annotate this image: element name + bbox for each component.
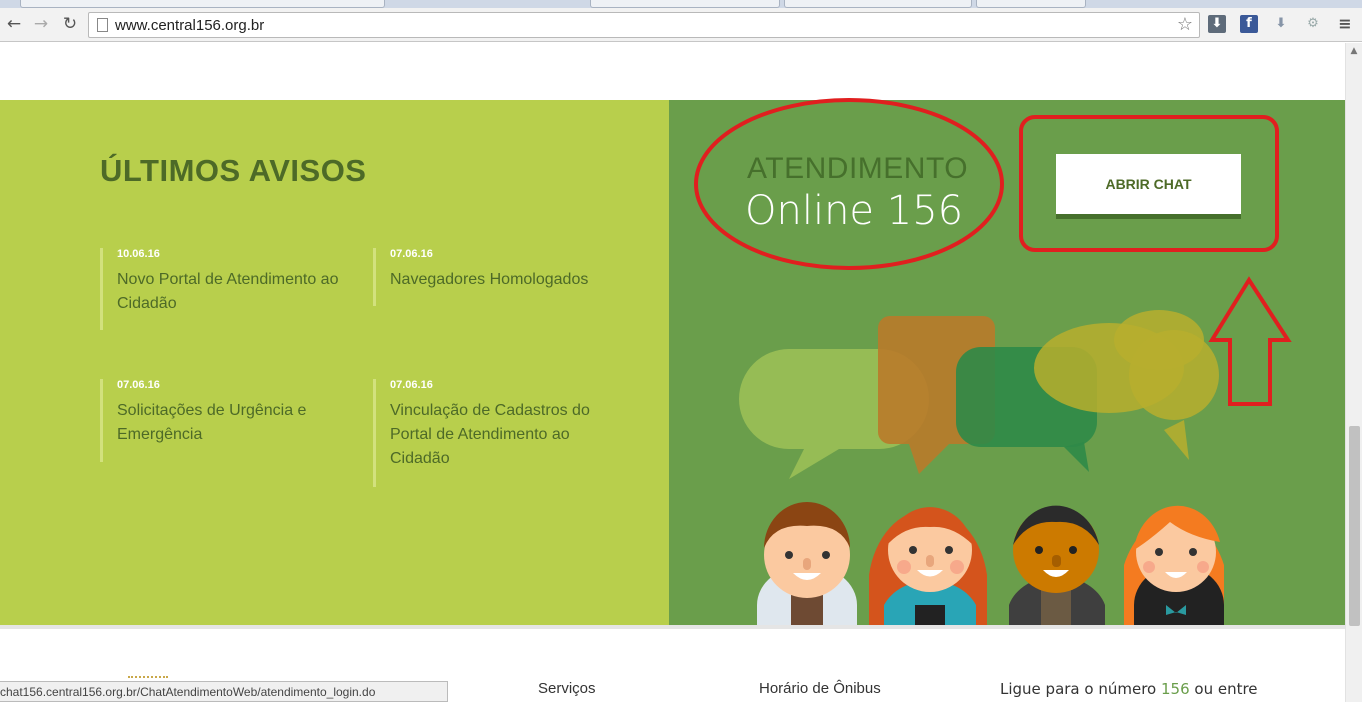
- reload-icon[interactable]: ↻: [60, 14, 80, 34]
- back-arrow-icon[interactable]: ←: [4, 14, 24, 34]
- contact-text-post: ou entre: [1189, 680, 1258, 698]
- atendimento-online-section: ATENDIMENTO Online 156 ABRIR CHAT: [669, 100, 1345, 625]
- vertical-scrollbar[interactable]: ▲: [1345, 43, 1362, 702]
- ultimos-avisos-section: ÚLTIMOS AVISOS 10.06.16 Novo Portal de A…: [0, 100, 669, 625]
- download-arrow-icon[interactable]: ⬇: [1272, 15, 1290, 33]
- section-divider: [0, 625, 1345, 629]
- facebook-icon[interactable]: f: [1240, 15, 1258, 33]
- notice-date: 07.06.16: [390, 248, 433, 260]
- footer-contact-text: Ligue para o número 156 ou entre: [1000, 680, 1258, 698]
- person-3-icon: [1009, 505, 1105, 625]
- translate-icon[interactable]: ⚙: [1304, 15, 1322, 33]
- download-extension-icon[interactable]: ⬇: [1208, 15, 1226, 33]
- notice-item[interactable]: 07.06.16 Vinculação de Cadastros do Port…: [373, 379, 613, 487]
- browser-tab[interactable]: [976, 0, 1086, 8]
- atendimento-subtitle: Online 156: [745, 188, 964, 234]
- browser-chrome: ← → ↻ www.central156.org.br ☆ ⬇ f ⬇ ⚙ ≡: [0, 0, 1362, 42]
- url-text: www.central156.org.br: [115, 17, 265, 34]
- abrir-chat-button[interactable]: ABRIR CHAT: [1056, 154, 1241, 219]
- notice-item[interactable]: 07.06.16 Solicitações de Urgência e Emer…: [100, 379, 330, 462]
- notice-item[interactable]: 10.06.16 Novo Portal de Atendimento ao C…: [100, 248, 350, 330]
- browser-tab[interactable]: [20, 0, 385, 8]
- contact-text-pre: Ligue para o número: [1000, 680, 1161, 698]
- tab-strip: [0, 0, 1362, 8]
- notice-title[interactable]: Novo Portal de Atendimento ao Cidadão: [117, 268, 350, 316]
- browser-tab[interactable]: [590, 0, 780, 8]
- notice-date: 07.06.16: [117, 379, 160, 391]
- address-bar[interactable]: www.central156.org.br ☆: [88, 12, 1200, 38]
- person-2-icon: [869, 507, 987, 625]
- footer-link-servicos[interactable]: Serviços: [538, 680, 596, 697]
- star-icon[interactable]: ☆: [1177, 14, 1193, 35]
- hamburger-menu-icon[interactable]: ≡: [1336, 15, 1354, 33]
- speech-bubbles-icon: [739, 310, 1219, 479]
- web-page: ÚLTIMOS AVISOS 10.06.16 Novo Portal de A…: [0, 43, 1345, 702]
- person-1-icon: [757, 502, 857, 625]
- section-title: ÚLTIMOS AVISOS: [100, 153, 367, 188]
- notice-date: 07.06.16: [390, 379, 433, 391]
- forward-arrow-icon[interactable]: →: [31, 14, 51, 34]
- scroll-up-icon[interactable]: ▲: [1346, 43, 1362, 59]
- atendimento-title: ATENDIMENTO: [747, 152, 969, 185]
- status-bar: chat156.central156.org.br/ChatAtendiment…: [0, 681, 448, 702]
- notice-title[interactable]: Solicitações de Urgência e Emergência: [117, 399, 330, 447]
- notice-item[interactable]: 07.06.16 Navegadores Homologados: [373, 248, 613, 306]
- scrollbar-thumb[interactable]: [1349, 426, 1360, 626]
- page-icon: [97, 18, 108, 32]
- person-4-icon: [1124, 505, 1224, 625]
- notice-title[interactable]: Vinculação de Cadastros do Portal de Ate…: [390, 399, 613, 471]
- browser-tab[interactable]: [784, 0, 972, 8]
- footer-link-horario-onibus[interactable]: Horário de Ônibus: [759, 680, 881, 697]
- contact-number: 156: [1160, 680, 1190, 698]
- notice-date: 10.06.16: [117, 248, 160, 260]
- notice-title[interactable]: Navegadores Homologados: [390, 268, 613, 292]
